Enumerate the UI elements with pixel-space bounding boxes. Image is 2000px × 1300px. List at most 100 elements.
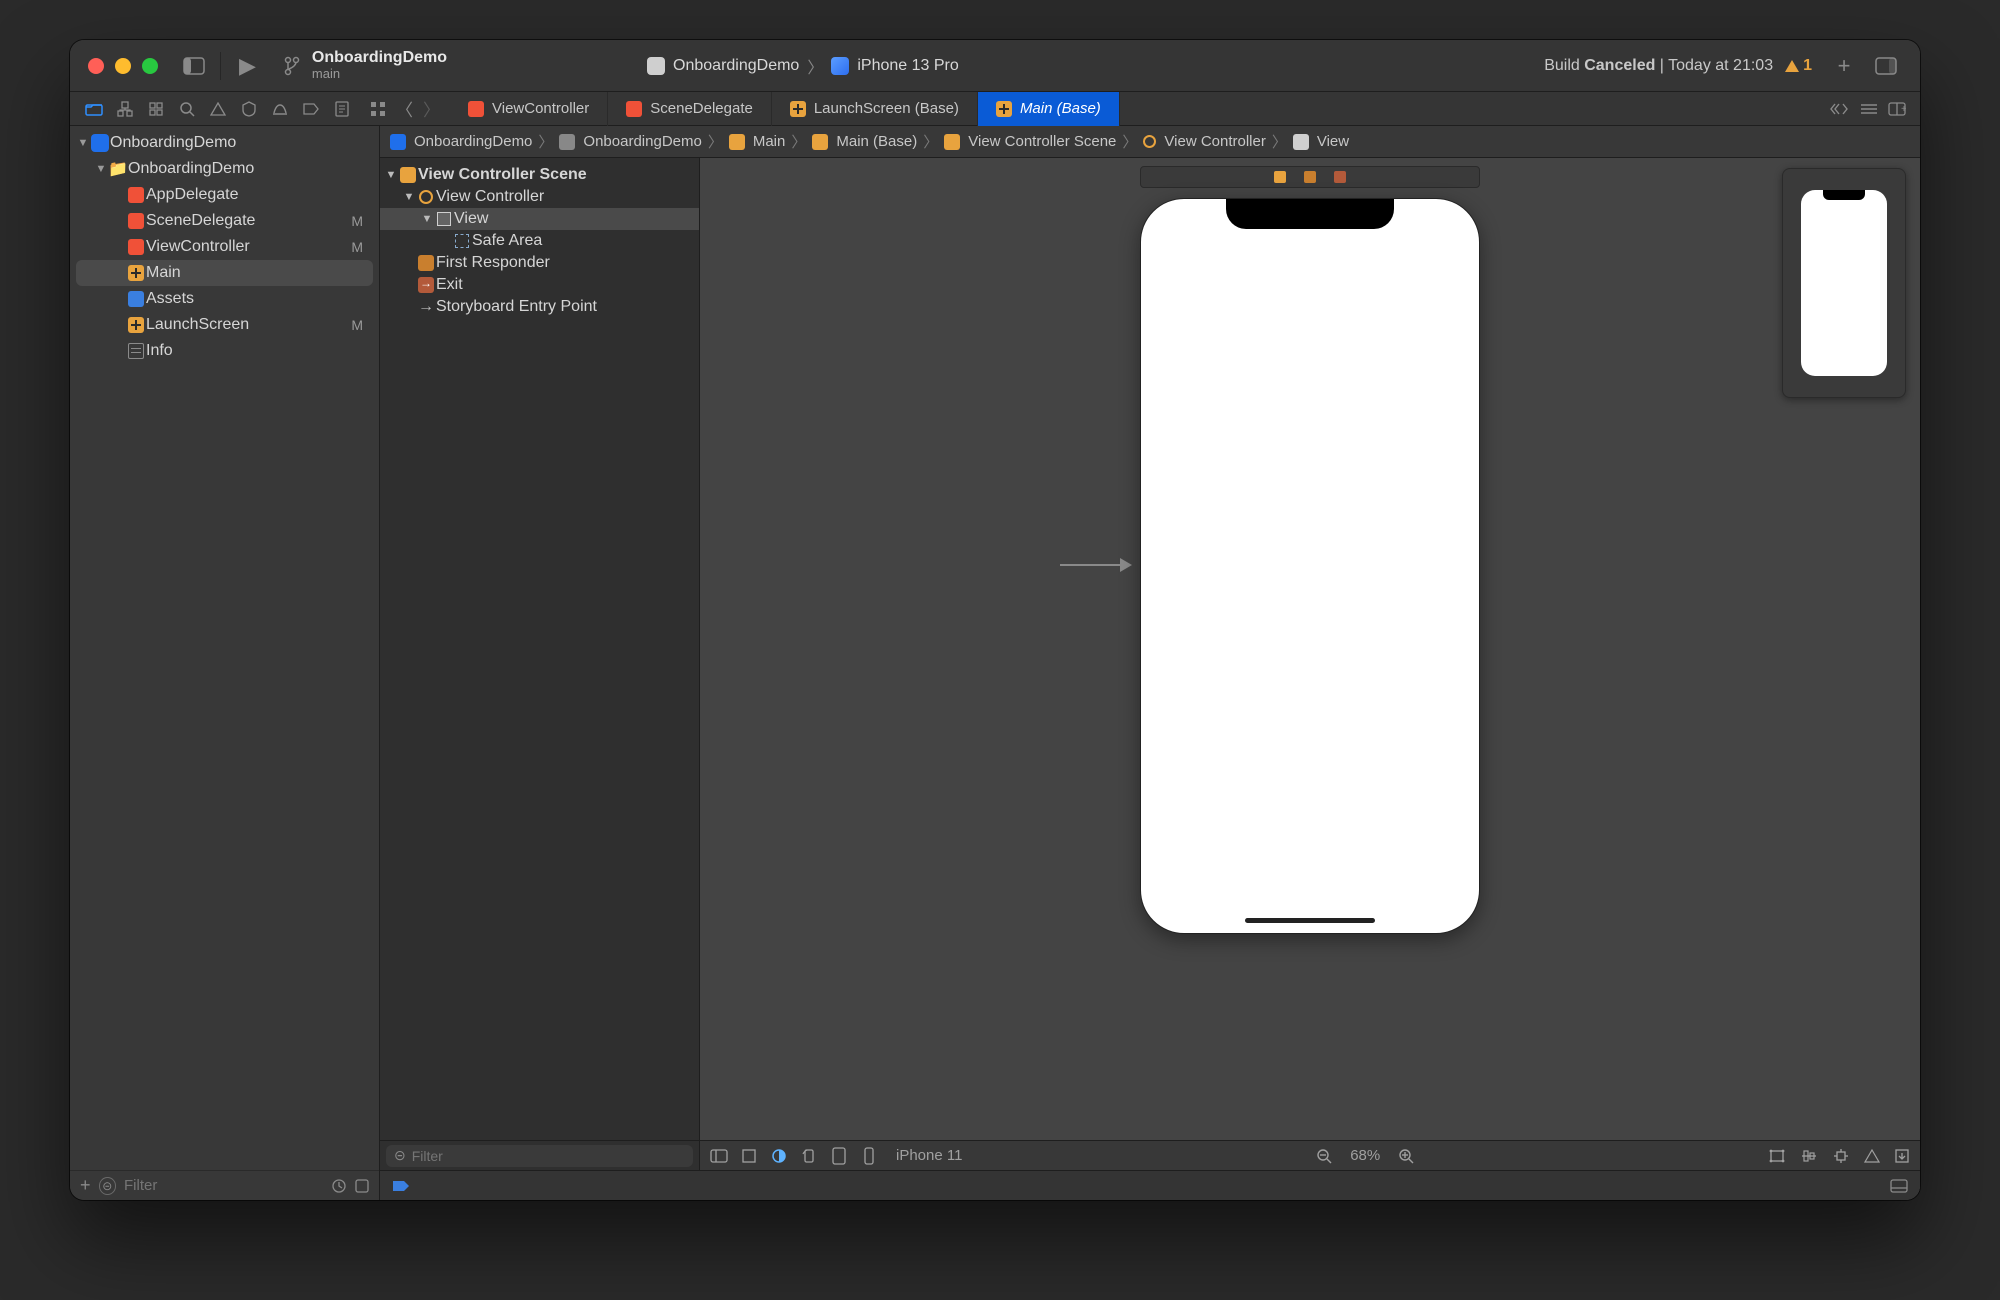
group-row[interactable]: ▼ 📁 OnboardingDemo [70,156,379,182]
test-navigator-icon[interactable] [239,99,259,119]
zoom-in-button[interactable] [1398,1148,1414,1164]
report-navigator-icon[interactable] [332,99,352,119]
folder-icon: 📁 [108,159,128,179]
zoom-out-button[interactable] [1316,1148,1332,1164]
jump-seg[interactable]: Main [753,133,786,150]
firstresponder-dock-icon[interactable] [1304,171,1316,183]
disclosure-icon[interactable]: ▼ [76,137,90,149]
jump-bar[interactable]: OnboardingDemo〉 OnboardingDemo〉 Main〉 Ma… [380,126,1920,158]
file-info[interactable]: Info [70,338,379,364]
breakpoint-navigator-icon[interactable] [301,99,321,119]
close-window-button[interactable] [88,58,104,74]
jump-seg[interactable]: OnboardingDemo [414,133,532,150]
add-editor-icon[interactable]: + [1888,102,1906,116]
file-assets[interactable]: Assets [70,286,379,312]
symbol-navigator-icon[interactable] [146,99,166,119]
source-control-navigator-icon[interactable] [115,99,135,119]
jump-seg[interactable]: Main (Base) [836,133,917,150]
zoom-level[interactable]: 68% [1350,1147,1380,1164]
filter-scope-button[interactable]: ⊝ [99,1177,116,1195]
outline-footer: ⊝ [380,1140,699,1170]
outline-safearea[interactable]: Safe Area [380,230,699,252]
issue-navigator-icon[interactable] [208,99,228,119]
embed-button[interactable] [1894,1148,1910,1164]
activity-view[interactable]: Build Canceled | Today at 21:03 1 [1544,57,1812,75]
storyboard-icon [729,134,745,150]
viewcontroller-icon [419,190,433,204]
related-items-icon[interactable] [370,101,386,117]
update-frames-button[interactable] [1768,1148,1786,1164]
device-ipad-button[interactable] [830,1147,848,1165]
outline-tree[interactable]: ▼View Controller Scene ▼View Controller … [380,158,699,1140]
toggle-debug-area-button[interactable] [1890,1179,1908,1193]
outline-label: Safe Area [472,232,542,250]
titlebar-right: + [1826,48,1920,84]
outline-exit[interactable]: Exit [380,274,699,296]
tab-scenedelegate[interactable]: SceneDelegate [608,92,772,126]
storyboard-icon [128,265,144,281]
device-label[interactable]: iPhone 11 [896,1147,962,1164]
outline-scene[interactable]: ▼View Controller Scene [380,164,699,186]
forward-button[interactable]: 〉 [423,96,440,121]
warning-badge[interactable]: 1 [1785,57,1812,75]
jump-seg[interactable]: View Controller Scene [968,133,1116,150]
code-review-icon[interactable] [1830,102,1850,116]
align-button[interactable] [1800,1148,1818,1164]
debug-navigator-icon[interactable] [270,99,290,119]
file-launchscreen[interactable]: LaunchScreenM [70,312,379,338]
warning-icon [1785,60,1799,72]
jump-seg[interactable]: View [1317,133,1349,150]
find-navigator-icon[interactable] [177,99,197,119]
tab-launchscreen[interactable]: LaunchScreen (Base) [772,92,978,126]
resolve-issues-button[interactable] [1864,1149,1880,1163]
scheme-selector[interactable]: OnboardingDemo 〉 iPhone 13 Pro [647,54,959,78]
outline-view[interactable]: ▼View [380,208,699,230]
project-title-group[interactable]: OnboardingDemo main [312,50,447,80]
exit-dock-icon[interactable] [1334,171,1346,183]
library-button[interactable]: + [1826,48,1862,84]
scene-icon [400,167,416,183]
outline-filter[interactable]: ⊝ [386,1145,693,1167]
file-main[interactable]: Main [76,260,373,286]
file-scenedelegate[interactable]: SceneDelegateM [70,208,379,234]
outline-vc[interactable]: ▼View Controller [380,186,699,208]
recent-filter-icon[interactable] [331,1178,347,1194]
device-iphone-button[interactable] [860,1147,878,1165]
outline-firstresponder[interactable]: First Responder [380,252,699,274]
tab-viewcontroller[interactable]: ViewController [450,92,608,126]
project-tree[interactable]: ▼ OnboardingDemo ▼ 📁 OnboardingDemo AppD… [70,126,379,1170]
jump-seg[interactable]: View Controller [1164,133,1265,150]
navigator-filter-input[interactable] [124,1177,323,1194]
entry-point-arrow[interactable] [1060,564,1130,566]
adjust-editor-icon[interactable] [1860,102,1878,116]
tab-main[interactable]: Main (Base) [978,92,1120,126]
disclosure-icon[interactable]: ▼ [94,163,108,175]
device-frame[interactable] [1140,198,1480,934]
scene-dock[interactable] [1140,166,1480,188]
outline-label: Storyboard Entry Point [436,298,597,316]
layout-button[interactable] [740,1147,758,1165]
scm-filter-icon[interactable] [355,1179,369,1193]
project-root[interactable]: ▼ OnboardingDemo [70,130,379,156]
jump-seg[interactable]: OnboardingDemo [583,133,701,150]
outline-entry[interactable]: →Storyboard Entry Point [380,296,699,318]
breakpoint-toggle-button[interactable] [392,1180,410,1192]
project-navigator-icon[interactable] [84,99,104,119]
toggle-inspector-button[interactable] [1868,48,1904,84]
outline-filter-input[interactable] [412,1148,685,1164]
minimize-window-button[interactable] [115,58,131,74]
run-button[interactable]: ▶ [229,53,266,79]
add-file-button[interactable]: + [80,1175,91,1196]
file-appdelegate[interactable]: AppDelegate [70,182,379,208]
zoom-window-button[interactable] [142,58,158,74]
toggle-navigator-button[interactable] [176,48,212,84]
ib-canvas[interactable] [700,158,1920,1140]
orientation-button[interactable] [800,1147,818,1165]
file-viewcontroller[interactable]: ViewControllerM [70,234,379,260]
toggle-outline-button[interactable] [710,1147,728,1165]
viewcontroller-dock-icon[interactable] [1274,171,1286,183]
pin-button[interactable] [1832,1148,1850,1164]
back-button[interactable]: 〈 [396,96,413,121]
minimap[interactable] [1782,168,1906,398]
appearance-button[interactable] [770,1147,788,1165]
